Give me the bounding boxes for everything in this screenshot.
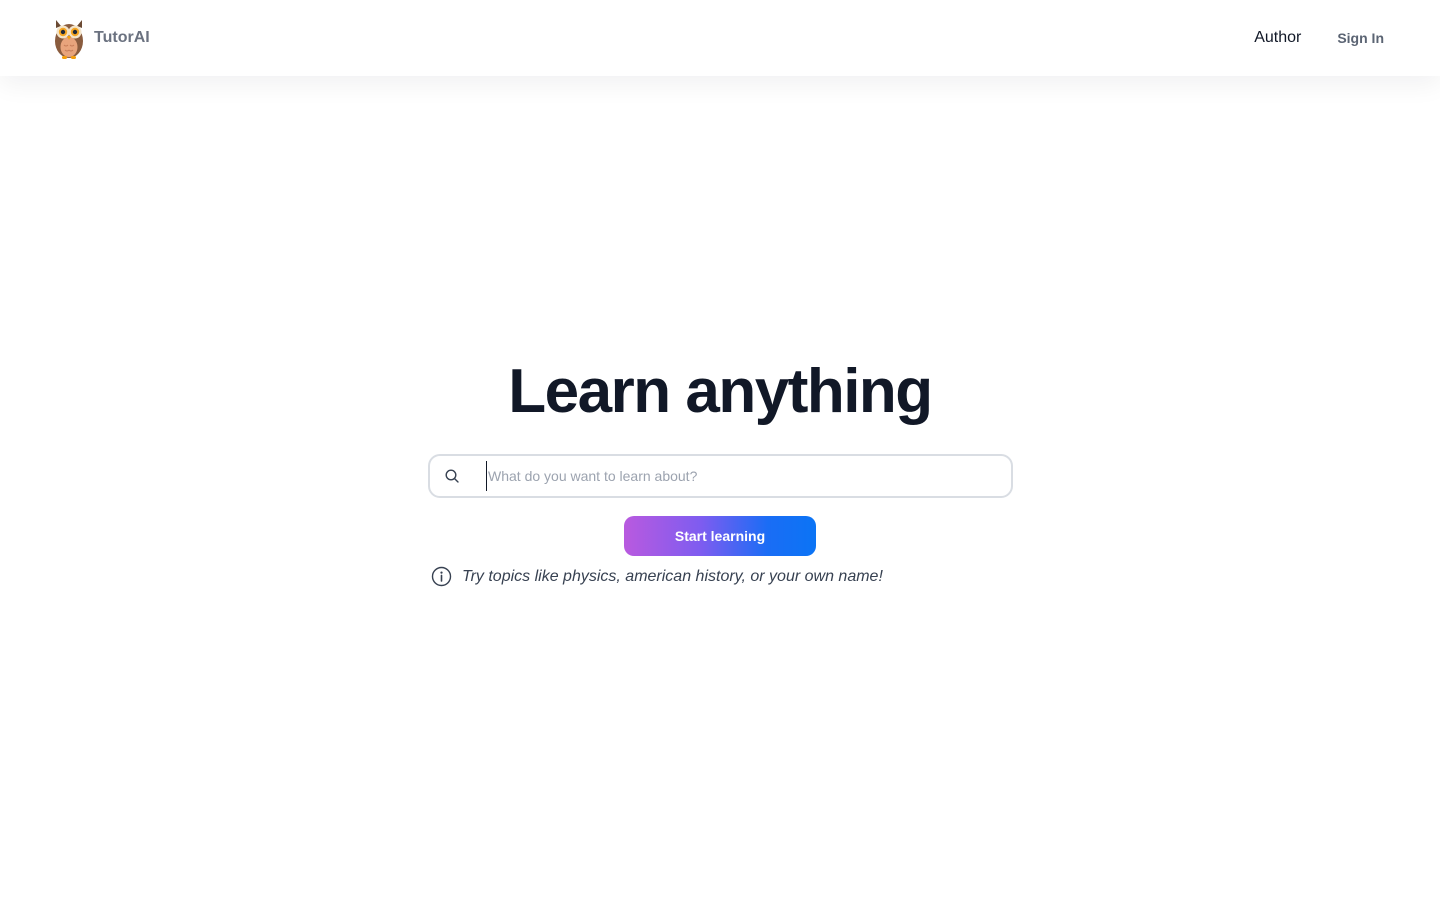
search-icon [445,469,459,483]
hero-section: Learn anything Start learning Try topics… [0,0,1440,900]
sign-in-button[interactable]: Sign In [1337,30,1384,46]
info-icon [431,566,452,587]
brand-name: TutorAI [94,29,150,46]
brand[interactable]: TutorAI [52,16,150,60]
hint: Try topics like physics, american histor… [431,566,883,587]
hint-text: Try topics like physics, american histor… [462,567,883,585]
search-input[interactable] [486,461,986,491]
header-nav: Author Sign In [1254,29,1384,47]
start-learning-button[interactable]: Start learning [624,516,816,556]
owl-icon [55,20,83,59]
search-box[interactable] [428,454,1013,498]
page-title: Learn anything [508,357,933,426]
author-link[interactable]: Author [1254,29,1301,47]
top-nav-bar: TutorAI Author Sign In [0,0,1440,76]
